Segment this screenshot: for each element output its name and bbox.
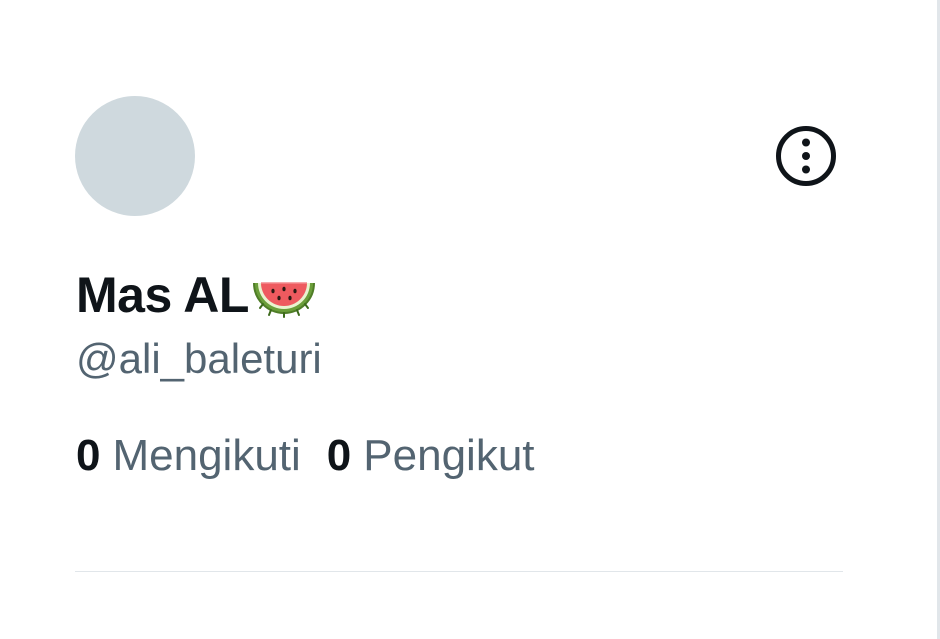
more-options-button[interactable] [774, 124, 838, 188]
followers-count: 0 [326, 431, 352, 480]
username-handle: @ali_baleturi [76, 335, 322, 382]
display-name: Mas AL [76, 267, 249, 323]
watermelon-icon [252, 282, 315, 318]
display-name-row: Mas AL [76, 262, 317, 328]
following-count: 0 [76, 431, 101, 480]
following-label: Mengikuti [112, 431, 301, 480]
follow-stats: 0 Mengikuti 0 Pengikut [76, 428, 535, 484]
profile-card: Mas AL @ali_baleturi 0 Mengikuti 0 Pengi… [0, 0, 940, 639]
more-options-icon [776, 126, 836, 186]
followers-link[interactable]: 0 Pengikut [327, 428, 535, 484]
followers-label: Pengikut [363, 431, 535, 480]
divider [75, 571, 843, 572]
avatar[interactable] [75, 96, 195, 216]
following-link[interactable]: 0 Mengikuti [76, 428, 301, 484]
